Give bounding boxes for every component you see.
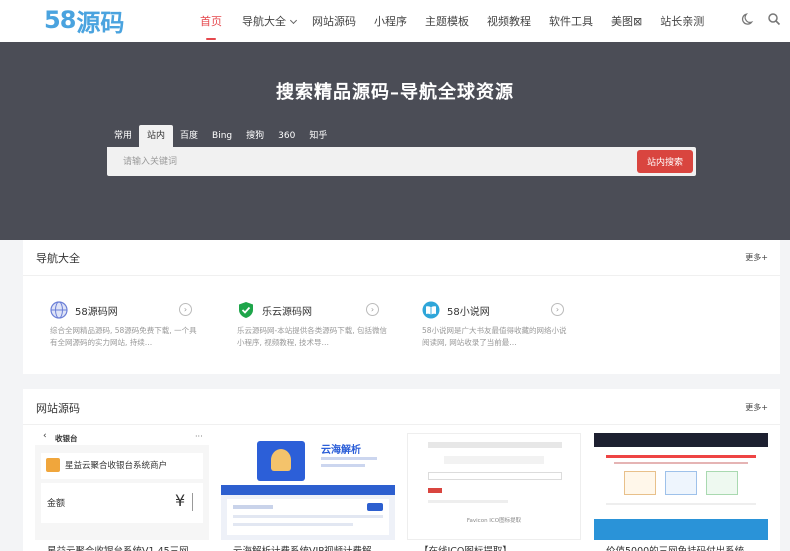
main-nav: 首页 导航大全 网站源码 小程序 主题模板 视频教程 软件工具 美图⊠ 站长亲测 (190, 0, 704, 42)
tab-onsite[interactable]: 站内 (139, 125, 174, 147)
site-header: 58 源码 首页 导航大全 网站源码 小程序 主题模板 视频教程 软件工具 美图… (0, 0, 790, 42)
amount-row: 金额 ¥ (41, 483, 203, 523)
source-thumbnail[interactable]: Favicon ICO图标提取 (407, 433, 581, 540)
chevron-down-icon (289, 16, 298, 25)
merchant-name: 星益云聚合收银台系统商户 (65, 461, 168, 471)
book-icon (422, 301, 440, 319)
browser-bar (428, 442, 562, 448)
back-arrow-icon: ‹ (43, 433, 47, 441)
nav-item-pictures[interactable]: 美图⊠ (611, 13, 642, 29)
nav-item-software-tools[interactable]: 软件工具 (549, 13, 593, 29)
site-description: 58小说网是广大书友最值得收藏的网络小说阅读网, 网站收录了当前最… (422, 326, 567, 347)
price-box (665, 471, 697, 495)
search-input[interactable] (107, 147, 627, 176)
navigation-section: 导航大全 更多+ 58源码网 › 综合全网精品源码, 58源码免费下载, 一个具… (23, 240, 780, 374)
source-title[interactable]: 价值5000的三网免挂码付出系统… (606, 543, 780, 551)
section-title: 网站源码 (36, 402, 80, 415)
nav-item-themes[interactable]: 主题模板 (425, 13, 469, 29)
nav-item-webmaster-tested[interactable]: 站长亲测 (660, 13, 704, 29)
section-header: 导航大全 更多+ (23, 240, 780, 276)
more-link[interactable]: 更多+ (745, 402, 768, 413)
text-line (233, 523, 353, 526)
section-title: 导航大全 (36, 252, 80, 265)
dashboard-panel (227, 499, 389, 535)
hero-title: 搜索精品源码–导航全球资源 (276, 82, 514, 103)
logo-number: 58 (44, 6, 76, 34)
preview-panel: 云海解析 (221, 433, 395, 485)
site-name: 乐云源码网 (262, 307, 312, 318)
shield-check-icon (239, 302, 253, 318)
globe-icon (50, 301, 68, 319)
tab-zhihu[interactable]: 知乎 (302, 125, 334, 147)
footer-band (594, 519, 768, 540)
nav-item-site-source[interactable]: 网站源码 (312, 13, 356, 29)
source-thumbnail[interactable]: 云海解析 (221, 433, 395, 540)
app-topbar: ‹ 收银台 ··· (35, 433, 209, 445)
source-thumbnail[interactable]: ‹ 收银台 ··· 星益云聚合收银台系统商户 金额 ¥ (35, 433, 209, 540)
nav-item-navigation[interactable]: 导航大全 (242, 13, 298, 29)
text-line (606, 503, 756, 505)
merchant-row: 星益云聚合收银台系统商户 (41, 453, 203, 479)
headline-line (606, 455, 756, 458)
price-box (706, 471, 738, 495)
character-figure (271, 449, 291, 471)
source-title[interactable]: 云海解析计费系统VIP视频计费解… (233, 543, 407, 551)
website-source-section: 网站源码 更多+ ‹ 收银台 ··· 星益云聚合收银台系统商户 金额 ¥ 星益云… (23, 389, 780, 551)
search-icon[interactable] (766, 11, 782, 27)
nav-item-video-tutorials[interactable]: 视频教程 (487, 13, 531, 29)
site-name: 58源码网 (75, 307, 118, 318)
dark-mode-moon-icon[interactable] (740, 11, 756, 27)
source-title[interactable]: 【在线ICO图标提取】… (419, 543, 593, 551)
tab-common[interactable]: 常用 (107, 125, 139, 147)
search-box: 站内搜索 (107, 147, 696, 176)
text-line (321, 464, 365, 467)
logo-text: 源码 (76, 8, 125, 37)
extract-button (428, 488, 442, 493)
text-line (233, 505, 273, 509)
text-line (321, 457, 377, 460)
more-dots-icon: ··· (195, 433, 203, 441)
source-title[interactable]: 星益云聚合收银台系统V1.45三网… (47, 543, 221, 551)
tab-360[interactable]: 360 (271, 125, 302, 147)
site-description: 综合全网精品源码, 58源码免费下载, 一个具有全网源码的实力网站, 持续… (50, 326, 197, 347)
preview-topbar (594, 433, 768, 447)
input-cursor (192, 493, 193, 511)
banner-text: 云海解析 (321, 445, 361, 456)
price-box (624, 471, 656, 495)
merchant-avatar (46, 458, 60, 472)
url-input (428, 472, 562, 480)
section-header: 网站源码 更多+ (23, 389, 780, 425)
text-line (614, 462, 748, 464)
currency-symbol: ¥ (175, 491, 186, 510)
nav-item-label: 导航大全 (242, 15, 286, 28)
search-engine-tabs: 常用 站内 百度 Bing 搜狗 360 知乎 (107, 125, 334, 147)
tool-caption: Favicon ICO图标提取 (466, 518, 522, 524)
site-logo[interactable]: 58 源码 (44, 5, 125, 37)
text-line (444, 456, 544, 464)
text-line (233, 515, 383, 518)
onsite-search-button[interactable]: 站内搜索 (637, 150, 693, 173)
source-thumbnail[interactable] (594, 433, 768, 540)
chevron-right-icon[interactable]: › (179, 303, 192, 316)
search-hero: 搜索精品源码–导航全球资源 常用 站内 百度 Bing 搜狗 360 知乎 站内… (0, 42, 790, 240)
amount-label: 金额 (47, 499, 66, 509)
tab-baidu[interactable]: 百度 (173, 125, 205, 147)
nav-item-mini-program[interactable]: 小程序 (374, 13, 407, 29)
tab-sogou[interactable]: 搜狗 (239, 125, 271, 147)
more-link[interactable]: 更多+ (745, 252, 768, 263)
action-button (367, 503, 383, 511)
chevron-right-icon[interactable]: › (551, 303, 564, 316)
chevron-right-icon[interactable]: › (366, 303, 379, 316)
site-name: 58小说网 (447, 307, 490, 318)
site-description: 乐云源码网-本站提供各类源码下载, 包括微信小程序, 视频教程, 技术导… (237, 326, 387, 347)
text-line (428, 500, 508, 503)
dashboard-nav (221, 485, 395, 495)
tab-bing[interactable]: Bing (205, 125, 239, 147)
nav-item-home[interactable]: 首页 (200, 13, 222, 40)
shop-label: 收银台 (55, 434, 78, 443)
